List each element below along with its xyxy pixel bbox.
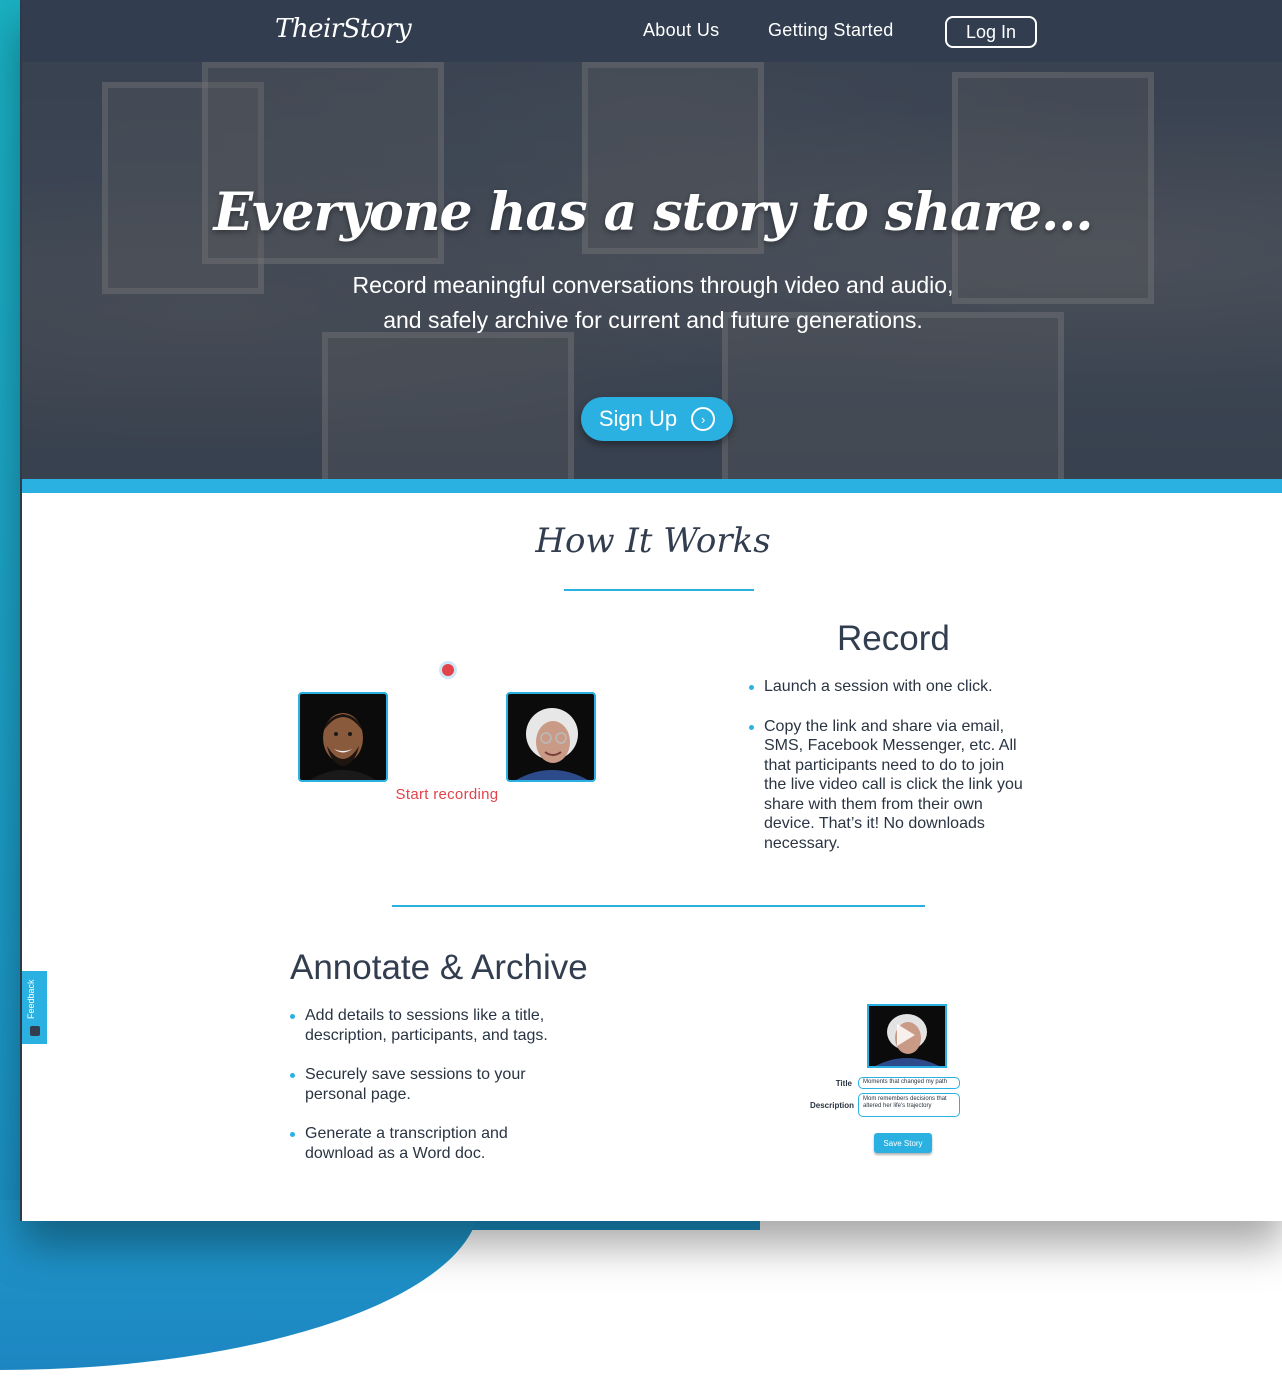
list-item: Generate a transcription and download as… [290, 1124, 580, 1163]
nav-about-us[interactable]: About Us [643, 20, 719, 41]
description-field[interactable]: Mom remembers decisions that altered her… [858, 1093, 960, 1117]
description-field-label: Description [809, 1101, 854, 1110]
hero-accent-strip [22, 479, 1282, 493]
annotate-archive-title: Annotate & Archive [290, 948, 588, 987]
website-frame: TheirStory About Us Getting Started Log … [20, 0, 1282, 1221]
feedback-tab[interactable]: Feedback [22, 971, 47, 1044]
title-field-label: Title [835, 1079, 852, 1088]
record-bullet-list: Launch a session with one click. Copy th… [749, 677, 1029, 873]
record-dot-icon [439, 661, 457, 679]
nav-getting-started[interactable]: Getting Started [768, 20, 894, 41]
feedback-icon [30, 1026, 40, 1036]
play-icon[interactable] [897, 1024, 915, 1046]
sign-up-button[interactable]: Sign Up › [581, 397, 733, 441]
list-item: Securely save sessions to your personal … [290, 1065, 580, 1104]
list-item: Copy the link and share via email, SMS, … [749, 717, 1029, 854]
chevron-right-circle-icon: › [691, 407, 716, 431]
hero-subtitle: Record meaningful conversations through … [352, 272, 954, 333]
list-item: Add details to sessions like a title, de… [290, 1006, 580, 1045]
sign-up-label: Sign Up [598, 406, 678, 431]
record-title: Record [837, 619, 950, 658]
login-button[interactable]: Log In [945, 16, 1037, 48]
how-it-works-title: How It Works [535, 521, 771, 561]
feedback-label: Feedback [26, 979, 36, 1019]
annotate-bullet-list: Add details to sessions like a title, de… [290, 1006, 580, 1183]
top-navigation: TheirStory About Us Getting Started Log … [22, 0, 1282, 62]
participant-portrait-man [298, 692, 388, 782]
hero-section: Everyone has a story to share... Record … [22, 62, 1282, 479]
session-thumbnail [867, 1004, 947, 1068]
list-item: Launch a session with one click. [749, 677, 1029, 697]
participant-portrait-woman [506, 692, 596, 782]
how-it-works-divider [564, 589, 754, 591]
hero-title: Everyone has a story to share... [213, 182, 1094, 243]
backdrop-wave [0, 1200, 480, 1370]
site-logo[interactable]: TheirStory [275, 14, 412, 44]
section-divider [392, 905, 925, 907]
save-story-button[interactable]: Save Story [874, 1133, 932, 1153]
start-recording-label[interactable]: Start recording [372, 786, 522, 803]
title-field[interactable]: Moments that changed my path [858, 1077, 960, 1089]
